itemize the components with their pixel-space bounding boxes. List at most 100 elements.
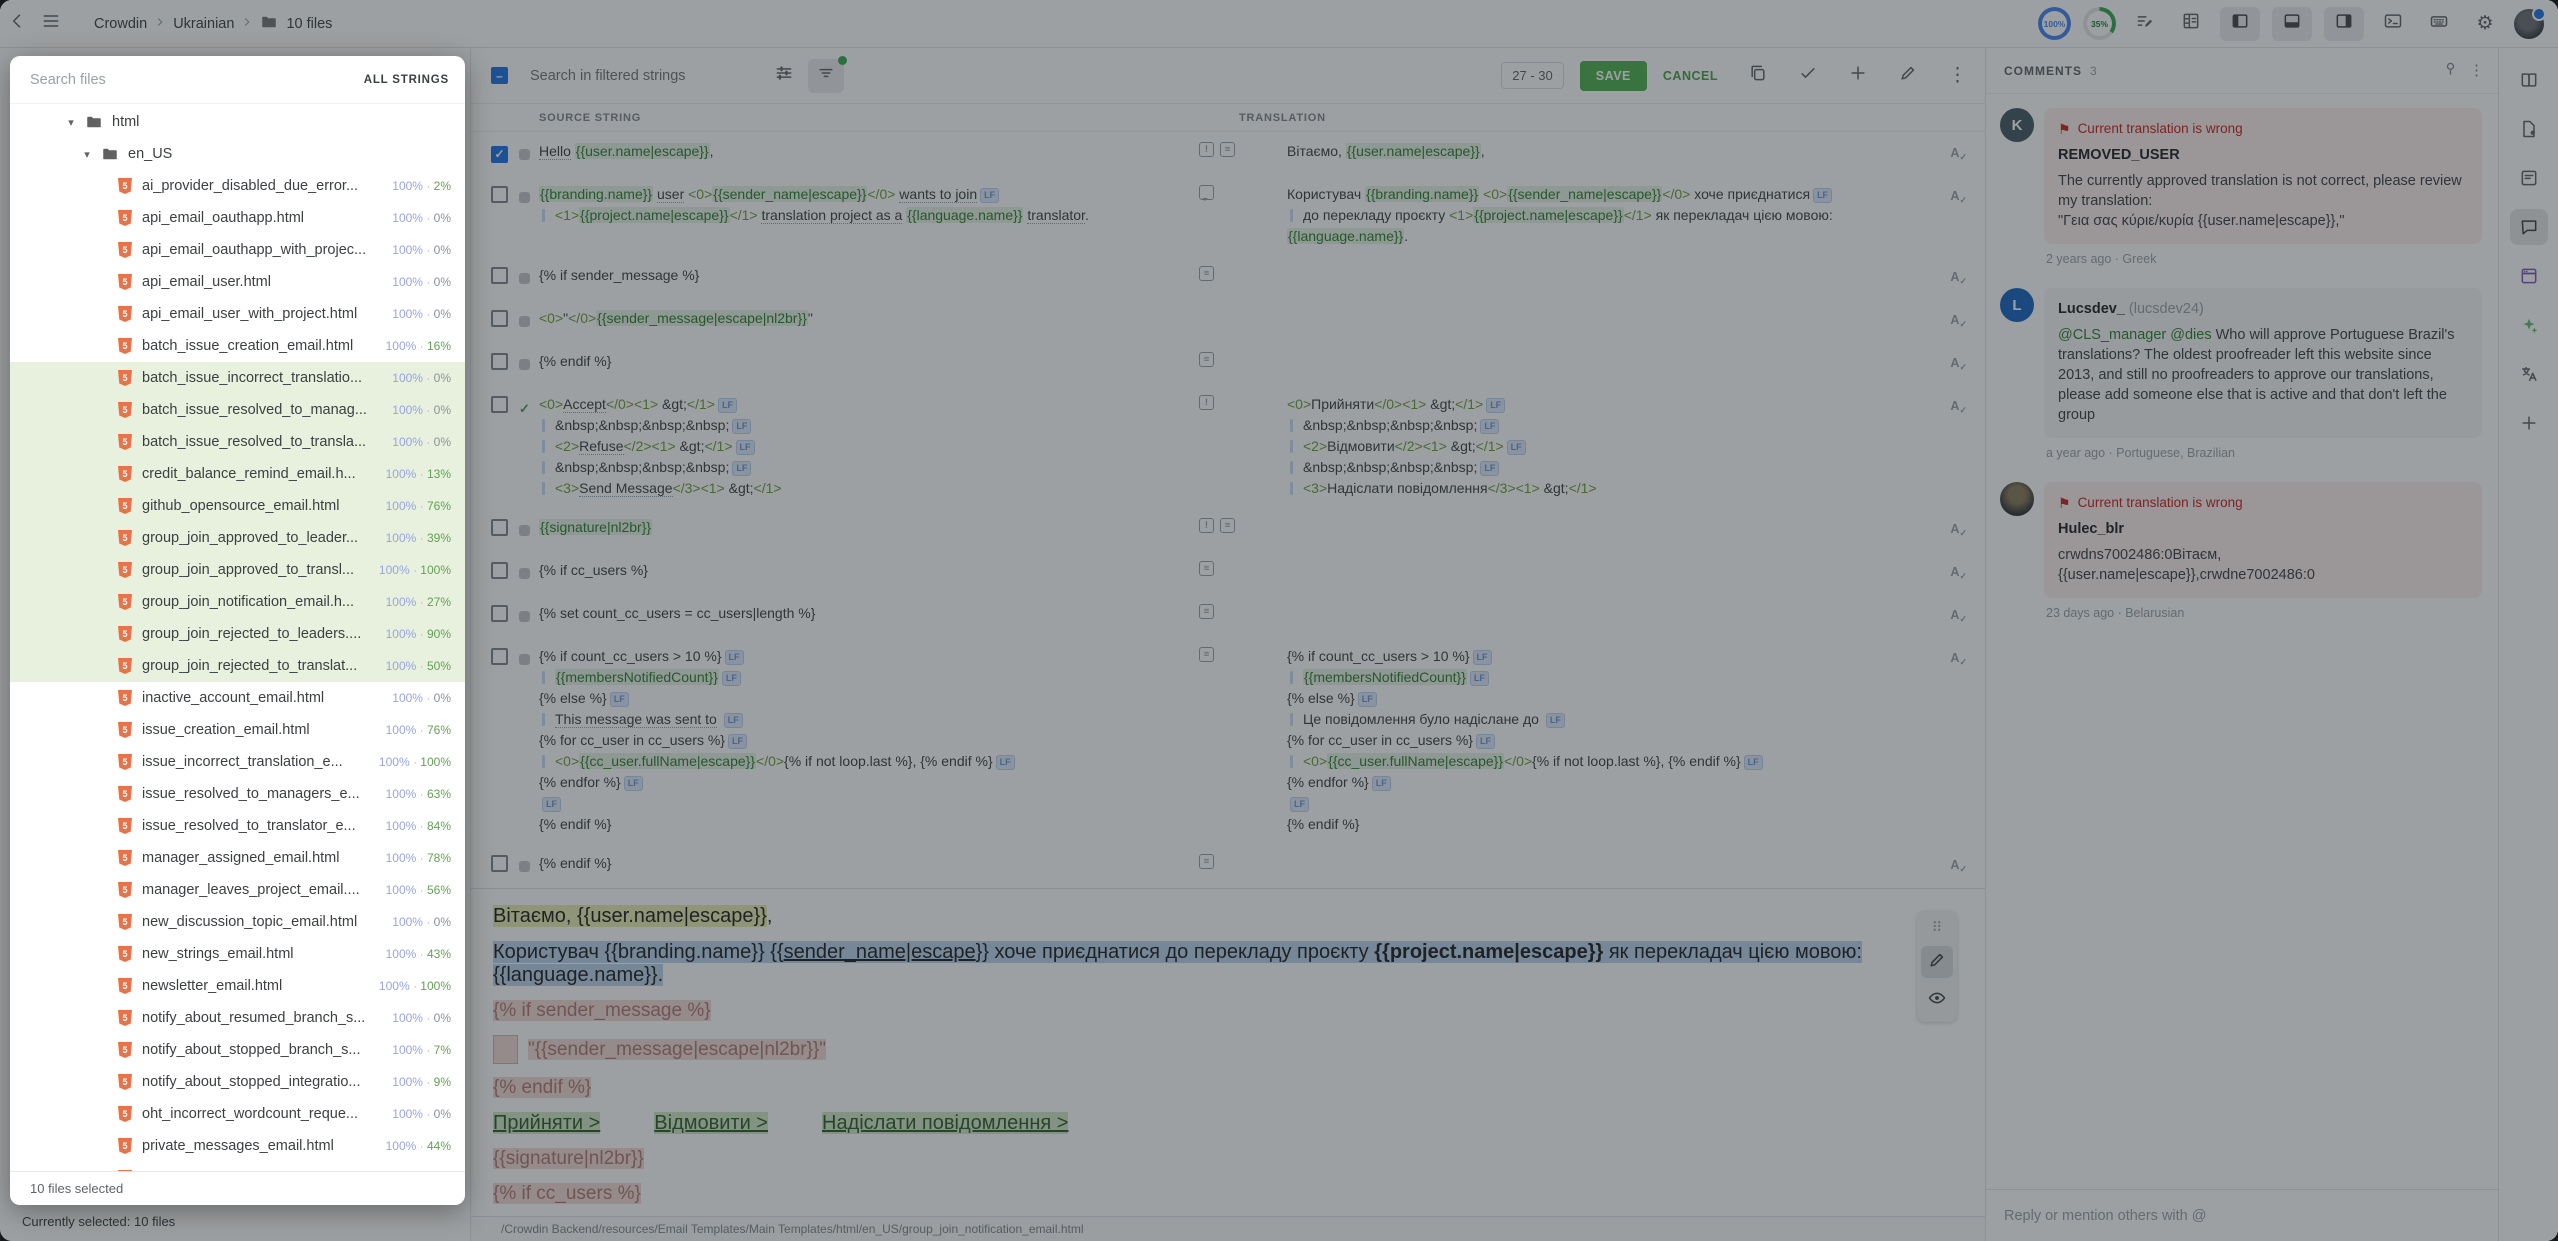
file-tree: ▾ html ▾ en_US 5 ai_provider_disabled_due_err… (10, 104, 465, 1171)
approved-percent: 100% (386, 467, 417, 481)
html-file-icon: 5 (118, 402, 132, 418)
file-progress: 100% · 0% (392, 1011, 451, 1025)
file-row[interactable]: 5group_join_notification_email.h...100% … (10, 586, 465, 618)
file-progress: 100% · 2% (392, 179, 451, 193)
caret-down-icon[interactable]: ▾ (80, 148, 94, 161)
file-row[interactable]: 5group_join_rejected_to_translat...100% … (10, 650, 465, 682)
file-name: batch_issue_incorrect_translatio... (142, 370, 384, 386)
approved-percent: 100% (392, 435, 423, 449)
translated-percent: 0% (434, 243, 451, 257)
file-search-input[interactable] (30, 72, 364, 88)
html-file-icon: 5 (118, 178, 132, 194)
file-name: ai_provider_disabled_due_error... (142, 178, 384, 194)
all-strings-button[interactable]: ALL STRINGS (364, 74, 449, 86)
approved-percent: 100% (392, 915, 423, 929)
file-row[interactable]: 5batch_issue_resolved_to_manag...100% · … (10, 394, 465, 426)
translated-percent: 9% (434, 1075, 451, 1089)
file-name: group_join_approved_to_leader... (142, 530, 378, 546)
translated-percent: 2% (434, 179, 451, 193)
file-panel-header: ALL STRINGS (10, 56, 465, 104)
approved-percent: 100% (386, 531, 417, 545)
file-progress: 100% · 39% (386, 531, 451, 545)
file-selection-panel: ALL STRINGS ▾ html ▾ en_US 5 ai_provider_disa… (10, 56, 465, 1205)
html-file-icon: 5 (118, 530, 132, 546)
html-file-icon: 5 (118, 978, 132, 994)
approved-percent: 100% (386, 659, 417, 673)
caret-down-icon[interactable]: ▾ (64, 116, 78, 129)
html-file-icon: 5 (118, 466, 132, 482)
file-row[interactable]: 5newsletter_email.html100% · 100% (10, 970, 465, 1002)
file-row[interactable]: 5api_email_oauthapp_with_projec...100% ·… (10, 234, 465, 266)
approved-percent: 100% (386, 1139, 417, 1153)
translated-percent: 39% (427, 531, 451, 545)
approved-percent: 100% (379, 563, 410, 577)
file-name: credit_balance_remind_email.h... (142, 466, 378, 482)
file-row[interactable]: 5notify_about_stopped_integratio...100% … (10, 1066, 465, 1098)
file-row[interactable]: 5group_join_approved_to_transl...100% · … (10, 554, 465, 586)
file-row[interactable]: 5issue_resolved_to_translator_e...100% ·… (10, 810, 465, 842)
file-row[interactable]: 5inactive_account_email.html100% · 0% (10, 682, 465, 714)
approved-percent: 100% (392, 403, 423, 417)
approved-percent: 100% (392, 211, 423, 225)
html-file-icon: 5 (118, 754, 132, 770)
approved-percent: 100% (386, 499, 417, 513)
file-name: group_join_approved_to_transl... (142, 562, 371, 578)
file-row[interactable]: 5 group_join_approved_to_leader... 100% · … (10, 522, 465, 554)
file-row[interactable]: 5issue_creation_email.html100% · 76% (10, 714, 465, 746)
translated-percent: 27% (427, 595, 451, 609)
file-row[interactable]: 5oht_incorrect_wordcount_reque...100% · … (10, 1098, 465, 1130)
approved-percent: 100% (386, 595, 417, 609)
file-name: manager_assigned_email.html (142, 850, 378, 866)
file-row[interactable]: 5manager_assigned_email.html100% · 78% (10, 842, 465, 874)
file-progress: 100% · 43% (386, 947, 451, 961)
file-row[interactable]: 5batch_issue_creation_email.html100% · 1… (10, 330, 465, 362)
file-row[interactable]: 5issue_resolved_to_managers_e...100% · 6… (10, 778, 465, 810)
folder-row[interactable]: ▾ html (10, 106, 465, 138)
approved-percent: 100% (386, 787, 417, 801)
file-name: notify_about_stopped_integratio... (142, 1074, 384, 1090)
file-row[interactable]: 5api_email_user.html100% · 0% (10, 266, 465, 298)
file-row[interactable]: 5manager_leaves_project_email....100% · … (10, 874, 465, 906)
approved-percent: 100% (386, 947, 417, 961)
approved-percent: 100% (392, 1011, 423, 1025)
file-row[interactable]: 5notify_about_stopped_branch_s...100% · … (10, 1034, 465, 1066)
html-file-icon: 5 (118, 1170, 132, 1171)
html-file-icon: 5 (118, 562, 132, 578)
file-row[interactable]: 5new_discussion_topic_email.html100% · 0… (10, 906, 465, 938)
file-progress: 100% · 7% (392, 1043, 451, 1057)
html-file-icon: 5 (118, 946, 132, 962)
file-row[interactable]: 5notify_about_resumed_branch_s...100% · … (10, 1002, 465, 1034)
file-row[interactable]: 5 ai_provider_disabled_due_error... 100% ·… (10, 170, 465, 202)
file-row[interactable]: 5 credit_balance_remind_email.h... 100% · … (10, 458, 465, 490)
file-progress: 100% · 13% (386, 467, 451, 481)
file-row[interactable]: 5new_strings_email.html100% · 43% (10, 938, 465, 970)
approved-percent: 100% (386, 339, 417, 353)
html-file-icon: 5 (118, 1074, 132, 1090)
translated-percent: 0% (434, 691, 451, 705)
file-name: group_join_notification_email.h... (142, 594, 378, 610)
file-name: notify_about_resumed_branch_s... (142, 1010, 384, 1026)
file-name: github_opensource_email.html (142, 498, 378, 514)
file-row[interactable]: 5api_email_oauthapp.html100% · 0% (10, 202, 465, 234)
folder-name: html (112, 114, 465, 130)
approved-percent: 100% (386, 819, 417, 833)
file-row[interactable]: 5batch_issue_resolved_to_transla...100% … (10, 426, 465, 458)
file-row[interactable]: 5github_opensource_email.html100% · 76% (10, 490, 465, 522)
html-file-icon: 5 (118, 626, 132, 642)
file-row[interactable]: 5group_join_rejected_to_leaders....100% … (10, 618, 465, 650)
translated-percent: 0% (434, 307, 451, 321)
file-row[interactable]: 5batch_issue_incorrect_translatio...100%… (10, 362, 465, 394)
folder-row[interactable]: ▾ en_US (10, 138, 465, 170)
file-row[interactable]: 5issue_incorrect_translation_e...100% · … (10, 746, 465, 778)
html-file-icon: 5 (118, 594, 132, 610)
file-progress: 100% · 0% (392, 275, 451, 289)
file-row[interactable]: 5api_email_user_with_project.html100% · … (10, 298, 465, 330)
approved-percent: 100% (392, 179, 423, 193)
file-row[interactable]: 5private_project_notification_ema...100%… (10, 1162, 465, 1171)
approved-percent: 100% (392, 371, 423, 385)
file-progress: 100% · 78% (386, 851, 451, 865)
folder-icon (101, 145, 119, 163)
folder-name: en_US (128, 146, 465, 162)
file-progress: 100% · 100% (379, 979, 451, 993)
file-row[interactable]: 5private_messages_email.html100% · 44% (10, 1130, 465, 1162)
